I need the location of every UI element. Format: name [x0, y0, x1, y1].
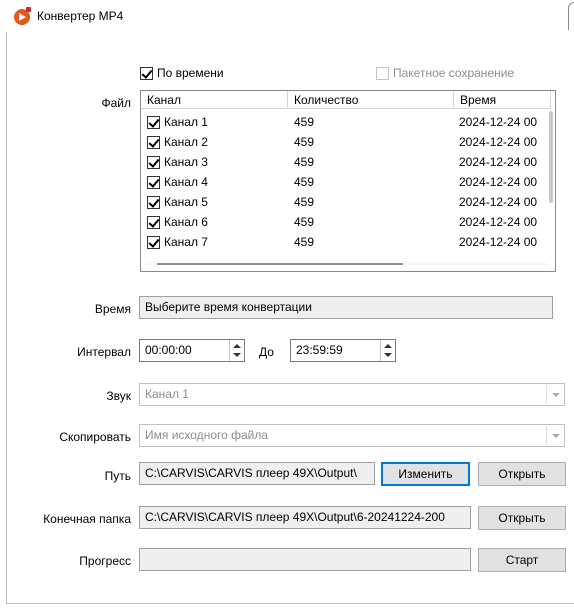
time-cell: 2024-12-24 00 — [459, 115, 538, 129]
time-label: Время — [94, 302, 131, 316]
table-row[interactable]: Канал 1 459 2024-12-24 00 — [141, 112, 545, 132]
by-time-check-box[interactable] — [140, 66, 153, 80]
interval-to-label: До — [259, 345, 274, 359]
horizontal-scrollbar[interactable] — [157, 263, 403, 265]
table-row[interactable]: Канал 6 459 2024-12-24 00 — [141, 212, 545, 232]
file-label: Файл — [101, 96, 131, 110]
count-cell: 459 — [294, 175, 315, 189]
path-label: Путь — [104, 469, 131, 483]
interval-label: Интервал — [77, 345, 131, 359]
sound-value: Канал 1 — [145, 387, 189, 401]
row-checkbox[interactable] — [147, 115, 160, 129]
copy-select[interactable]: Имя исходного файла — [139, 424, 565, 447]
time-cell: 2024-12-24 00 — [459, 175, 538, 189]
by-time-label: По времени — [157, 66, 224, 80]
spin-up-icon[interactable] — [233, 344, 241, 348]
time-cell: 2024-12-24 00 — [459, 155, 538, 169]
chevron-down-icon[interactable] — [546, 385, 563, 404]
open-path-button[interactable]: Открыть — [478, 462, 566, 486]
time-display: Выберите время конвертации — [139, 296, 553, 319]
table-row[interactable]: Канал 5 459 2024-12-24 00 — [141, 192, 545, 212]
sound-select[interactable]: Канал 1 — [139, 383, 565, 406]
row-checkbox[interactable] — [147, 215, 160, 229]
time-cell: 2024-12-24 00 — [459, 195, 538, 209]
dest-folder-field: C:\CARVIS\CARVIS плеер 49X\Output\6-2024… — [139, 506, 471, 529]
batch-save-checkbox[interactable]: Пакетное сохранение — [376, 66, 514, 80]
count-cell: 459 — [294, 215, 315, 229]
time-cell: 2024-12-24 00 — [459, 135, 538, 149]
count-cell: 459 — [294, 155, 315, 169]
column-header-channel[interactable]: Канал — [141, 91, 288, 109]
table-row[interactable]: Канал 4 459 2024-12-24 00 — [141, 172, 545, 192]
progress-bar — [139, 548, 471, 571]
progress-label: Прогресс — [79, 554, 131, 568]
table-row[interactable]: Канал 2 459 2024-12-24 00 — [141, 132, 545, 152]
dest-folder-label: Конечная папка — [43, 512, 131, 526]
vertical-scrollbar[interactable] — [549, 111, 553, 203]
interval-from-spinner[interactable] — [229, 340, 244, 361]
row-checkbox[interactable] — [147, 155, 160, 169]
spin-up-icon[interactable] — [384, 344, 392, 348]
channel-cell: Канал 6 — [164, 215, 208, 229]
count-cell: 459 — [294, 235, 315, 249]
row-checkbox[interactable] — [147, 235, 160, 249]
batch-save-label: Пакетное сохранение — [393, 66, 515, 80]
channel-cell: Канал 5 — [164, 195, 208, 209]
interval-to-value: 23:59:59 — [296, 343, 343, 357]
start-button[interactable]: Старт — [478, 548, 566, 572]
channel-cell: Канал 3 — [164, 155, 208, 169]
window-edge — [568, 2, 574, 30]
change-path-button[interactable]: Изменить — [381, 462, 470, 486]
spin-down-icon[interactable] — [233, 353, 241, 357]
copy-value: Имя исходного файла — [145, 428, 269, 442]
time-cell: 2024-12-24 00 — [459, 215, 538, 229]
spin-down-icon[interactable] — [384, 353, 392, 357]
count-cell: 459 — [294, 195, 315, 209]
count-cell: 459 — [294, 115, 315, 129]
window-title: Конвертер MP4 — [37, 9, 124, 23]
interval-to-spinner[interactable] — [380, 340, 395, 361]
app-icon-badge — [26, 7, 31, 12]
batch-save-check-box[interactable] — [376, 66, 389, 80]
sound-label: Звук — [106, 389, 131, 403]
column-header-time[interactable]: Время — [454, 91, 551, 109]
copy-label: Скопировать — [59, 430, 131, 444]
interval-to-input[interactable]: 23:59:59 — [290, 339, 396, 362]
table-row[interactable]: Канал 3 459 2024-12-24 00 — [141, 152, 545, 172]
row-checkbox[interactable] — [147, 135, 160, 149]
channel-cell: Канал 7 — [164, 235, 208, 249]
file-list-header: Канал Количество Время — [141, 91, 551, 109]
channel-cell: Канал 2 — [164, 135, 208, 149]
title-bar: Конвертер MP4 — [0, 0, 574, 32]
channel-cell: Канал 1 — [164, 115, 208, 129]
interval-from-value: 00:00:00 — [145, 343, 192, 357]
channel-cell: Канал 4 — [164, 175, 208, 189]
open-dest-button[interactable]: Открыть — [478, 506, 566, 530]
row-checkbox[interactable] — [147, 195, 160, 209]
table-row[interactable]: Канал 7 459 2024-12-24 00 — [141, 232, 545, 252]
chevron-down-icon[interactable] — [546, 426, 563, 445]
path-field: C:\CARVIS\CARVIS плеер 49X\Output\ — [139, 462, 375, 485]
count-cell: 459 — [294, 135, 315, 149]
file-list[interactable]: Канал Количество Время Канал 1 459 2024-… — [140, 90, 556, 272]
column-header-count[interactable]: Количество — [288, 91, 454, 109]
by-time-checkbox[interactable]: По времени — [140, 66, 224, 80]
row-checkbox[interactable] — [147, 175, 160, 189]
interval-from-input[interactable]: 00:00:00 — [139, 339, 245, 362]
time-cell: 2024-12-24 00 — [459, 235, 538, 249]
